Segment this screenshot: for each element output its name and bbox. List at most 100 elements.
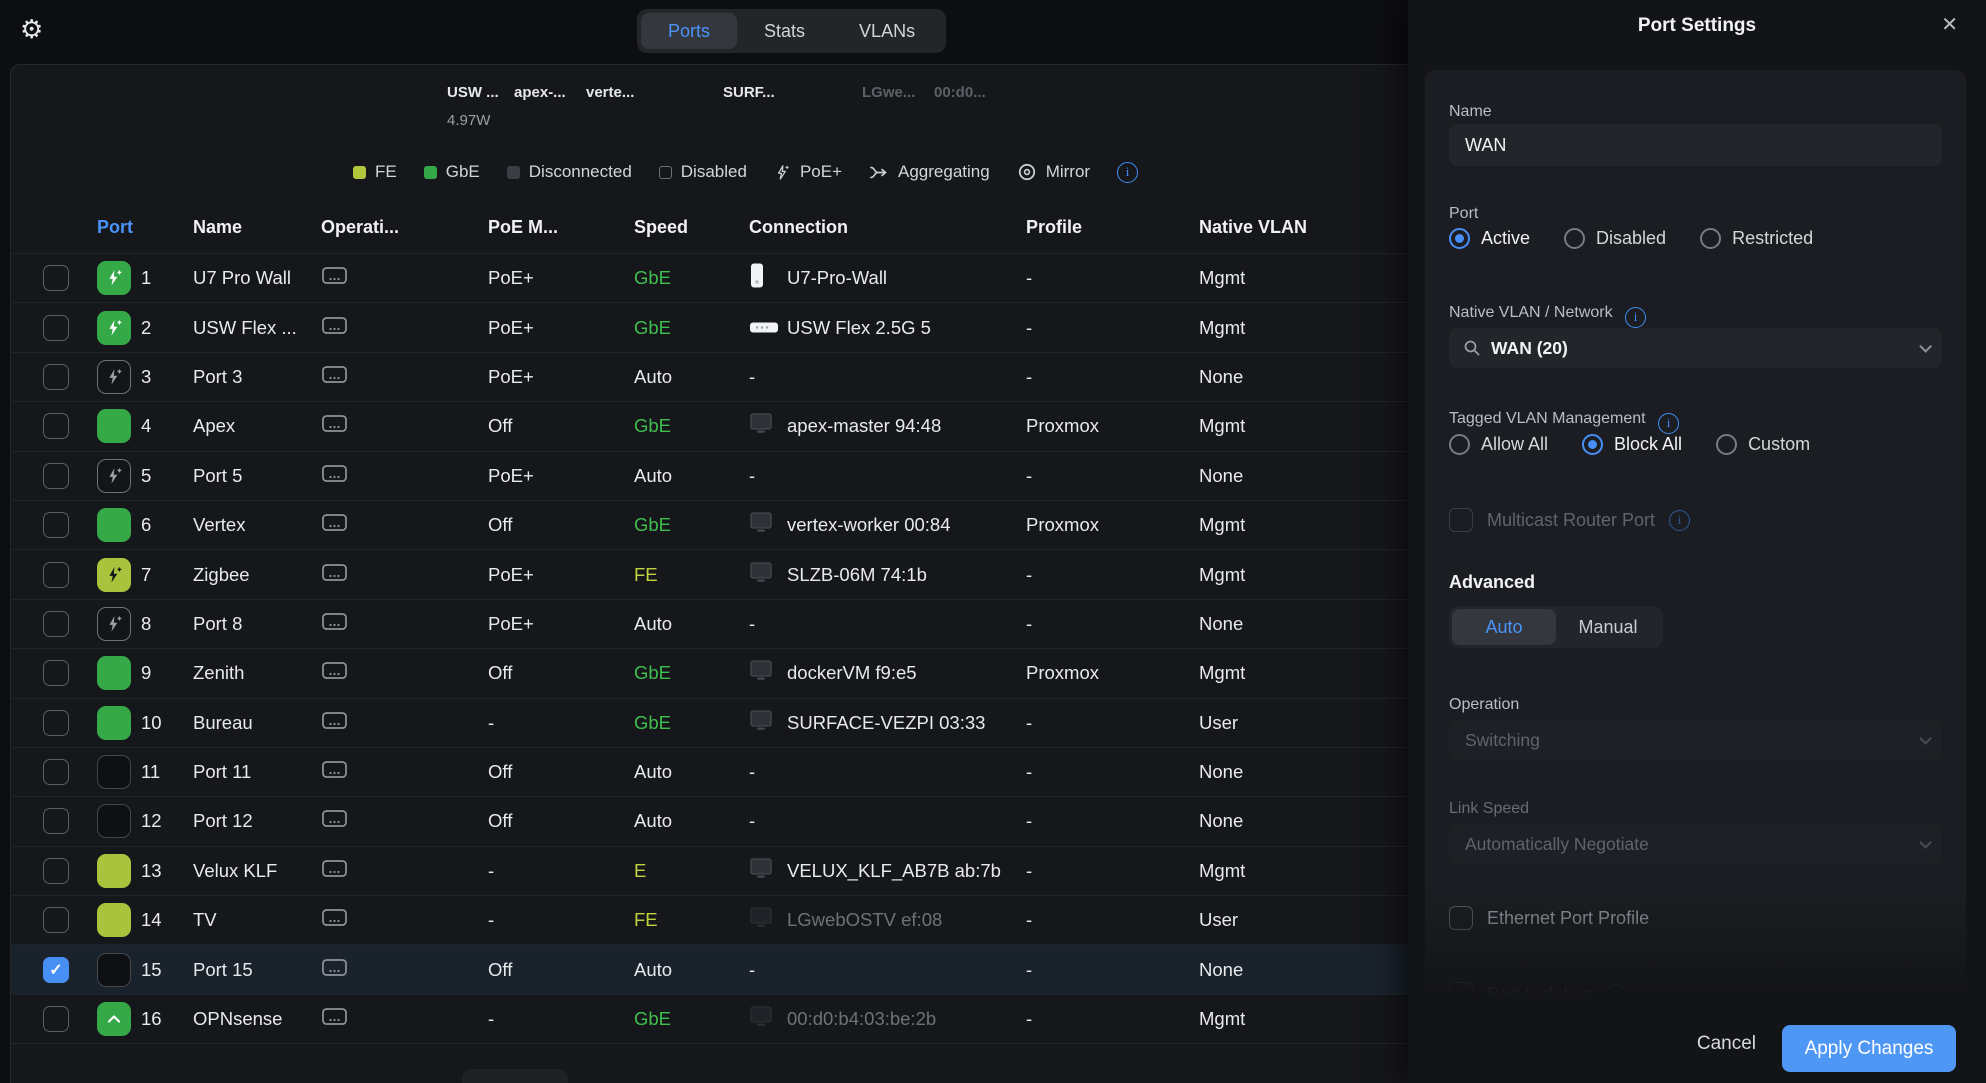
connection-cell: apex-master 94:48 — [787, 415, 1025, 437]
row-checkbox[interactable] — [43, 364, 69, 390]
row-checkbox[interactable] — [43, 759, 69, 785]
settings-gear-icon[interactable]: ⚙ — [20, 14, 43, 45]
port-status-icon — [97, 508, 131, 542]
switching-icon — [321, 907, 348, 929]
legend-info-icon[interactable]: i — [1117, 162, 1138, 183]
client-device-icon — [749, 710, 773, 731]
row-checkbox[interactable] — [43, 1006, 69, 1032]
multicast-info-icon[interactable]: i — [1669, 510, 1690, 531]
row-checkbox[interactable] — [43, 808, 69, 834]
port-name-cell: Port 3 — [193, 366, 313, 388]
poe-mode-cell: Off — [488, 761, 512, 783]
client-icon-cell — [749, 1006, 773, 1032]
port-number-cell: 16 — [141, 1008, 162, 1030]
connection-cell: - — [749, 810, 755, 832]
client-icon-cell — [749, 710, 773, 736]
row-checkbox[interactable] — [43, 611, 69, 637]
row-checkbox[interactable] — [43, 562, 69, 588]
switching-icon — [321, 759, 348, 781]
row-checkbox[interactable] — [43, 907, 69, 933]
connection-cell: SURFACE-VEZPI 03:33 — [787, 712, 1025, 734]
speed-cell: GbE — [634, 1008, 671, 1030]
connection-cell: - — [749, 465, 755, 487]
column-header-operati[interactable]: Operati... — [321, 217, 399, 238]
collapse-button[interactable] — [462, 1069, 568, 1083]
port-status-icon — [97, 656, 131, 690]
speed-cell: GbE — [634, 415, 671, 437]
operation-cell — [321, 956, 348, 983]
profile-cell: - — [1026, 317, 1032, 339]
column-header-native-vlan[interactable]: Native VLAN — [1199, 217, 1307, 238]
poe-mode-cell: PoE+ — [488, 317, 534, 339]
port-state-radio-restricted[interactable]: Restricted — [1700, 228, 1813, 249]
segment-manual[interactable]: Manual — [1556, 609, 1660, 645]
checkbox-box — [1449, 906, 1473, 930]
speed-cell: Auto — [634, 465, 672, 487]
tab-ports[interactable]: Ports — [641, 13, 737, 49]
ethernet-port-profile-checkbox[interactable]: Ethernet Port Profile — [1449, 906, 1649, 930]
connection-cell: VELUX_KLF_AB7B ab:7b — [787, 860, 1025, 882]
row-checkbox[interactable] — [43, 463, 69, 489]
client-icon-cell — [749, 413, 773, 439]
port-state-radio-active[interactable]: Active — [1449, 228, 1530, 249]
connection-cell: SLZB-06M 74:1b — [787, 564, 1025, 586]
native-vlan-cell: Mgmt — [1199, 267, 1245, 289]
cancel-button[interactable]: Cancel — [1697, 1033, 1756, 1055]
poe-mode-cell: - — [488, 1008, 494, 1030]
port-state-radios: Active Disabled Restricted — [1449, 228, 1813, 249]
column-header-name[interactable]: Name — [193, 217, 242, 238]
switching-icon — [321, 314, 348, 336]
column-header-profile[interactable]: Profile — [1026, 217, 1082, 238]
column-header-speed[interactable]: Speed — [634, 217, 688, 238]
row-checkbox[interactable] — [43, 512, 69, 538]
tagged-vlan-radio-block-all[interactable]: Block All — [1582, 434, 1682, 455]
row-checkbox[interactable] — [43, 413, 69, 439]
tab-vlans[interactable]: VLANs — [832, 13, 942, 49]
port-state-radio-disabled[interactable]: Disabled — [1564, 228, 1666, 249]
column-header-connection[interactable]: Connection — [749, 217, 848, 238]
row-checkbox[interactable] — [43, 710, 69, 736]
port-name-cell: Zenith — [193, 662, 313, 684]
port-settings-form: Name WAN Port ActiveDisabledRestricted N… — [1425, 70, 1966, 1030]
device-port-label: USW ... — [447, 84, 499, 101]
tagged-vlan-radio-allow-all[interactable]: Allow All — [1449, 434, 1548, 455]
row-checkbox[interactable] — [43, 660, 69, 686]
native-vlan-cell: Mgmt — [1199, 317, 1245, 339]
legend-item: PoE+ — [774, 162, 842, 182]
port-isolation-checkbox[interactable]: Port Isolation i — [1449, 982, 1627, 1006]
poe-mode-cell: Off — [488, 514, 512, 536]
disconnected-color-swatch — [507, 166, 520, 179]
poe-mode-cell: - — [488, 712, 494, 734]
auto-manual-toggle: AutoManual — [1449, 606, 1663, 648]
connection-cell: dockerVM f9:e5 — [787, 662, 1025, 684]
column-header-poe-m[interactable]: PoE M... — [488, 217, 558, 238]
legend-label: PoE+ — [800, 162, 842, 182]
disabled-color-swatch — [659, 166, 672, 179]
link-speed-select[interactable]: Automatically Negotiate — [1449, 824, 1942, 864]
legend-label: Aggregating — [898, 162, 990, 182]
native-vlan-info-icon[interactable]: i — [1625, 307, 1646, 328]
column-header-port[interactable]: Port — [97, 217, 133, 238]
row-checkbox[interactable]: ✓ — [43, 957, 69, 983]
port-name-cell: OPNsense — [193, 1008, 313, 1030]
row-checkbox[interactable] — [43, 315, 69, 341]
profile-cell: - — [1026, 564, 1032, 586]
close-icon[interactable]: ✕ — [1941, 12, 1958, 37]
port-legend: FEGbEDisconnectedDisabledPoE+Aggregating… — [353, 157, 1138, 187]
tab-stats[interactable]: Stats — [737, 13, 832, 49]
native-vlan-select[interactable]: WAN (20) — [1449, 328, 1942, 368]
row-checkbox[interactable] — [43, 858, 69, 884]
tagged-vlan-info-icon[interactable]: i — [1658, 413, 1679, 434]
segment-auto[interactable]: Auto — [1452, 609, 1556, 645]
checkbox-box — [1449, 982, 1473, 1006]
poe-mode-cell: PoE+ — [488, 564, 534, 586]
multicast-router-checkbox[interactable]: Multicast Router Port i — [1449, 508, 1690, 532]
port-isolation-info-icon[interactable]: i — [1606, 984, 1627, 1005]
port-status-icon — [97, 804, 131, 838]
name-input[interactable]: WAN — [1449, 124, 1942, 166]
tagged-vlan-radio-custom[interactable]: Custom — [1716, 434, 1810, 455]
operation-select[interactable]: Switching — [1449, 720, 1942, 760]
legend-label: GbE — [446, 162, 480, 182]
apply-changes-button[interactable]: Apply Changes — [1782, 1025, 1956, 1072]
row-checkbox[interactable] — [43, 265, 69, 291]
